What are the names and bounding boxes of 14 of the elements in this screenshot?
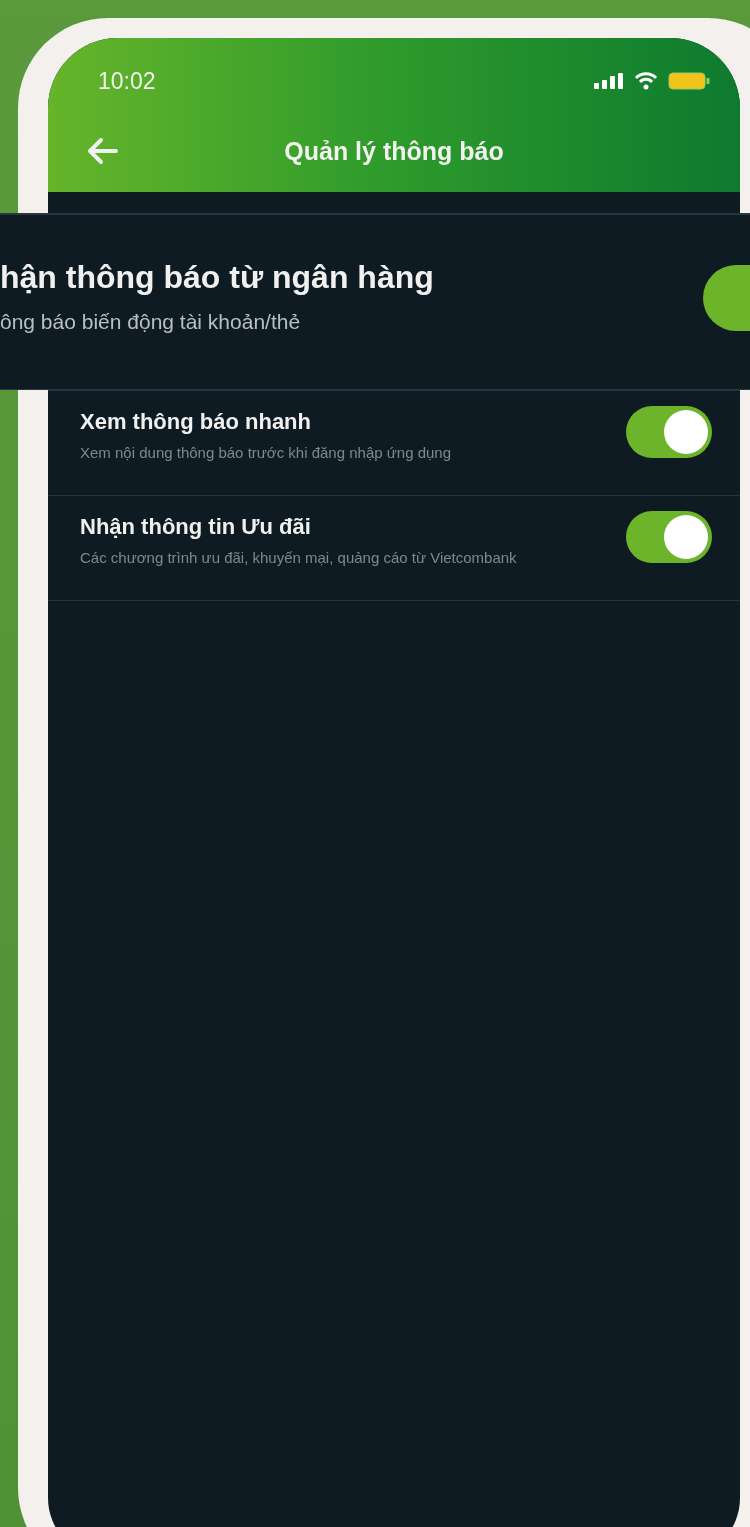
signal-icon [594, 73, 624, 89]
setting-title: Nhận thông tin Ưu đãi [80, 514, 312, 540]
toggle-switch[interactable] [626, 406, 712, 458]
setting-description: ông báo biến động tài khoản/thẻ [0, 309, 302, 334]
setting-title: Xem thông báo nhanh [80, 409, 312, 435]
setting-description: Các chương trình ưu đãi, khuyến mại, quảng cáo từ Vietcombank [80, 548, 517, 568]
status-time: 10:02 [98, 67, 156, 95]
screen-title: Quản lý thông báo [284, 136, 504, 166]
toggle-switch[interactable] [626, 511, 712, 563]
setting-description: Xem nội dung thông báo trước khi đăng nhập ứng dụng [80, 443, 451, 463]
battery-icon [668, 72, 710, 90]
toggle-switch[interactable] [703, 265, 750, 331]
setting-title: hận thông báo từ ngân hàng [0, 258, 434, 296]
wifi-icon [634, 72, 658, 90]
